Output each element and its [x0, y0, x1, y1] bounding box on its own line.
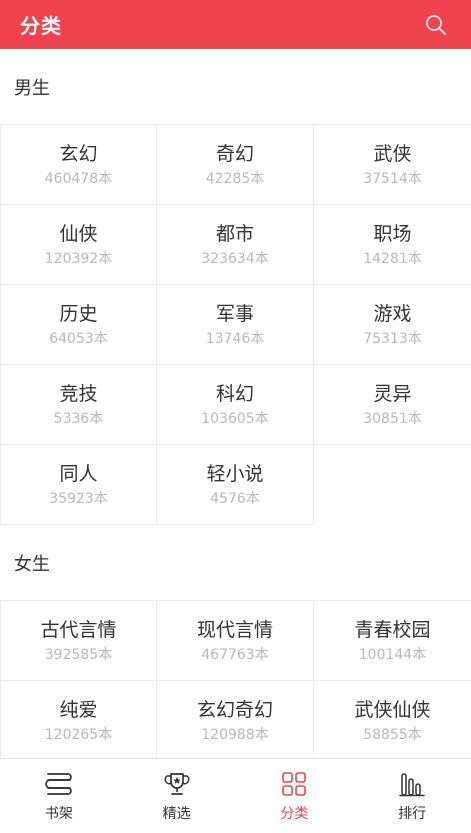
category-item[interactable]: 现代言情 467763本	[157, 601, 314, 681]
category-count: 75313本	[363, 330, 422, 347]
app: 分类 男生 玄幻 460478本 奇幻 42285本 武侠 37514本 仙侠 1203…	[0, 0, 471, 833]
bottom-tab-bar: 书架 精选 分类 排行	[0, 758, 471, 833]
category-item[interactable]: 同人 35923本	[0, 445, 157, 525]
search-icon	[426, 14, 446, 35]
tab-label: 排行	[398, 805, 427, 822]
category-name: 玄幻	[59, 142, 98, 165]
tab-featured[interactable]: 精选	[118, 759, 236, 833]
category-name: 仙侠	[59, 222, 98, 245]
category-count: 37514本	[363, 170, 422, 187]
category-count: 64053本	[49, 330, 108, 347]
category-count: 467763本	[201, 646, 269, 663]
trophy-icon	[162, 770, 192, 798]
category-name: 古代言情	[40, 618, 117, 641]
category-name: 轻小说	[206, 462, 264, 485]
category-count: 120988本	[201, 726, 269, 743]
category-name: 青春校园	[354, 618, 431, 641]
category-item[interactable]: 竞技 5336本	[0, 365, 157, 445]
category-item[interactable]: 灵异 30851本	[314, 365, 471, 445]
category-count: 14281本	[363, 250, 422, 267]
section-title-male: 男生	[0, 49, 471, 125]
category-name: 奇幻	[215, 142, 254, 165]
category-name: 武侠	[373, 142, 412, 165]
category-name: 都市	[215, 222, 254, 245]
category-name: 游戏	[373, 302, 412, 325]
category-grid-male: 玄幻 460478本 奇幻 42285本 武侠 37514本 仙侠 120392本 都市…	[0, 125, 471, 525]
category-count: 100144本	[358, 646, 427, 663]
category-count: 392585本	[44, 646, 113, 663]
category-count: 323634本	[201, 250, 269, 267]
category-name: 武侠仙侠	[354, 698, 431, 721]
category-name: 玄幻奇幻	[196, 698, 273, 721]
category-name: 竞技	[59, 382, 98, 405]
category-item[interactable]: 科幻 103605本	[157, 365, 314, 445]
tab-label: 精选	[162, 805, 191, 822]
tab-ranking[interactable]: 排行	[353, 759, 471, 833]
category-item[interactable]: 都市 323634本	[157, 205, 314, 285]
section-male: 男生 玄幻 460478本 奇幻 42285本 武侠 37514本 仙侠 120392本…	[0, 49, 471, 525]
category-name: 军事	[215, 302, 254, 325]
category-content[interactable]: 男生 玄幻 460478本 奇幻 42285本 武侠 37514本 仙侠 120392本…	[0, 49, 471, 758]
tab-category[interactable]: 分类	[236, 759, 354, 833]
category-count: 35923本	[49, 490, 108, 507]
category-count: 58855本	[363, 726, 422, 743]
tab-label: 分类	[280, 805, 309, 822]
category-name: 灵异	[373, 382, 412, 405]
category-item[interactable]: 玄幻奇幻 120988本	[157, 681, 314, 758]
bookshelf-icon	[44, 770, 74, 798]
category-item[interactable]: 纯爱 120265本	[0, 681, 157, 758]
category-item[interactable]: 玄幻 460478本	[0, 125, 157, 205]
category-name: 现代言情	[196, 618, 273, 641]
category-item[interactable]: 历史 64053本	[0, 285, 157, 365]
page-title: 分类	[20, 14, 62, 38]
category-count: 120265本	[44, 726, 113, 743]
category-name: 职场	[373, 222, 412, 245]
header-bar: 分类	[0, 0, 471, 49]
category-name: 纯爱	[59, 698, 98, 721]
category-count: 42285本	[205, 170, 265, 187]
search-button[interactable]	[423, 12, 449, 38]
category-item[interactable]: 仙侠 120392本	[0, 205, 157, 285]
category-item[interactable]: 奇幻 42285本	[157, 125, 314, 205]
category-item[interactable]: 古代言情 392585本	[0, 601, 157, 681]
category-name: 历史	[59, 302, 98, 325]
category-count: 103605本	[201, 410, 269, 427]
grid-icon	[279, 770, 309, 798]
category-item[interactable]: 武侠 37514本	[314, 125, 471, 205]
category-item[interactable]: 青春校园 100144本	[314, 601, 471, 681]
category-count: 460478本	[44, 170, 113, 187]
category-item[interactable]: 游戏 75313本	[314, 285, 471, 365]
category-item[interactable]: 轻小说 4576本	[157, 445, 314, 525]
category-count: 4576本	[210, 490, 260, 507]
category-item[interactable]: 武侠仙侠 58855本	[314, 681, 471, 758]
category-item[interactable]: 军事 13746本	[157, 285, 314, 365]
category-grid-female: 古代言情 392585本 现代言情 467763本 青春校园 100144本 纯爱 12…	[0, 601, 471, 758]
category-name: 同人	[59, 462, 98, 485]
category-count: 120392本	[44, 250, 113, 267]
section-title-female: 女生	[0, 525, 471, 601]
category-count: 13746本	[205, 330, 265, 347]
ranking-icon	[397, 770, 427, 798]
tab-bookshelf[interactable]: 书架	[0, 759, 118, 833]
category-item[interactable]: 职场 14281本	[314, 205, 471, 285]
category-count: 5336本	[53, 410, 104, 427]
category-name: 科幻	[215, 382, 254, 405]
category-count: 30851本	[363, 410, 422, 427]
tab-label: 书架	[44, 805, 73, 822]
section-female: 女生 古代言情 392585本 现代言情 467763本 青春校园 100144本 纯…	[0, 525, 471, 758]
